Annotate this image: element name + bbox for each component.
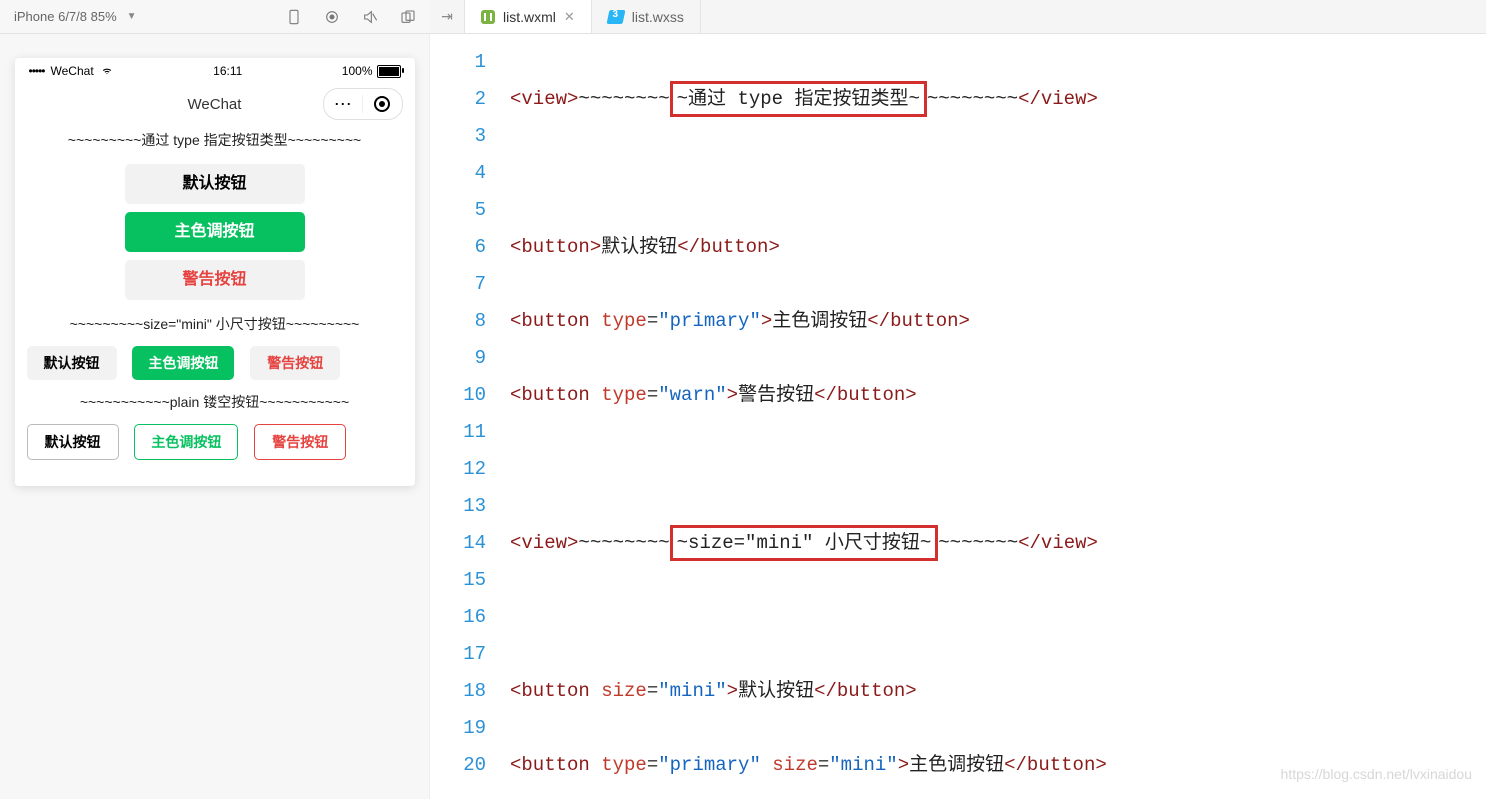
device-toolbar: iPhone 6/7/8 85% ▼ (0, 0, 430, 34)
battery-percent: 100% (342, 64, 373, 78)
wxss-file-icon (606, 10, 625, 24)
phone-outline-icon[interactable] (286, 9, 302, 25)
chevron-down-icon: ▼ (127, 11, 137, 22)
clock: 16:11 (213, 64, 242, 78)
simulator-panel: ••••• WeChat 16:11 100% WeChat ⋯ (0, 34, 430, 799)
tab-list-wxss[interactable]: list.wxss (592, 0, 701, 33)
tab-list-wxml[interactable]: list.wxml ✕ (465, 0, 592, 33)
plain-warn-button[interactable]: 警告按钮 (254, 424, 346, 460)
code-content[interactable]: <view>~~~~~~~~~通过 type 指定按钮类型~~~~~~~~~</… (500, 34, 1486, 799)
primary-button[interactable]: 主色调按钮 (125, 212, 305, 252)
panel-toggle-icon[interactable]: ⇥ (430, 0, 465, 33)
tab-label: list.wxml (503, 9, 556, 25)
battery-icon (377, 65, 401, 78)
record-icon[interactable] (324, 9, 340, 25)
mini-primary-button[interactable]: 主色调按钮 (132, 346, 234, 380)
plain-default-button[interactable]: 默认按钮 (27, 424, 119, 460)
phone-frame: ••••• WeChat 16:11 100% WeChat ⋯ (15, 58, 415, 486)
highlight-box: ~通过 type 指定按钮类型~ (670, 81, 927, 117)
target-icon[interactable] (363, 96, 402, 112)
section-heading: ~~~~~~~~~size="mini" 小尺寸按钮~~~~~~~~~ (15, 308, 415, 340)
carrier-label: WeChat (51, 64, 94, 78)
capsule-menu[interactable]: ⋯ (323, 88, 403, 120)
tab-label: list.wxss (632, 9, 684, 25)
close-icon[interactable]: ✕ (564, 9, 575, 25)
signal-icon: ••••• (29, 64, 45, 78)
nav-bar: WeChat ⋯ (15, 84, 415, 124)
section-heading: ~~~~~~~~~通过 type 指定按钮类型~~~~~~~~~ (15, 124, 415, 156)
line-gutter: 1234567891011121314151617181920 (430, 34, 500, 799)
wifi-icon (100, 66, 114, 76)
wxml-file-icon (481, 10, 495, 24)
page-title: WeChat (188, 96, 242, 113)
section-heading: ~~~~~~~~~~~plain 镂空按钮~~~~~~~~~~~ (15, 386, 415, 418)
mute-icon[interactable] (362, 9, 378, 25)
mini-default-button[interactable]: 默认按钮 (27, 346, 117, 380)
device-selector[interactable]: iPhone 6/7/8 85% (14, 9, 117, 24)
highlight-box: ~size="mini" 小尺寸按钮~ (670, 525, 939, 561)
editor-tabs: ⇥ list.wxml ✕ list.wxss (430, 0, 1486, 34)
plain-primary-button[interactable]: 主色调按钮 (134, 424, 238, 460)
page-body: ~~~~~~~~~通过 type 指定按钮类型~~~~~~~~~ 默认按钮 主色… (15, 124, 415, 486)
watermark: https://blog.csdn.net/lvxinaidou (1281, 756, 1472, 793)
status-bar: ••••• WeChat 16:11 100% (15, 58, 415, 84)
more-icon[interactable]: ⋯ (324, 94, 363, 115)
code-editor[interactable]: 1234567891011121314151617181920 <view>~~… (430, 34, 1486, 799)
multi-window-icon[interactable] (400, 9, 416, 25)
warn-button[interactable]: 警告按钮 (125, 260, 305, 300)
mini-warn-button[interactable]: 警告按钮 (250, 346, 340, 380)
default-button[interactable]: 默认按钮 (125, 164, 305, 204)
